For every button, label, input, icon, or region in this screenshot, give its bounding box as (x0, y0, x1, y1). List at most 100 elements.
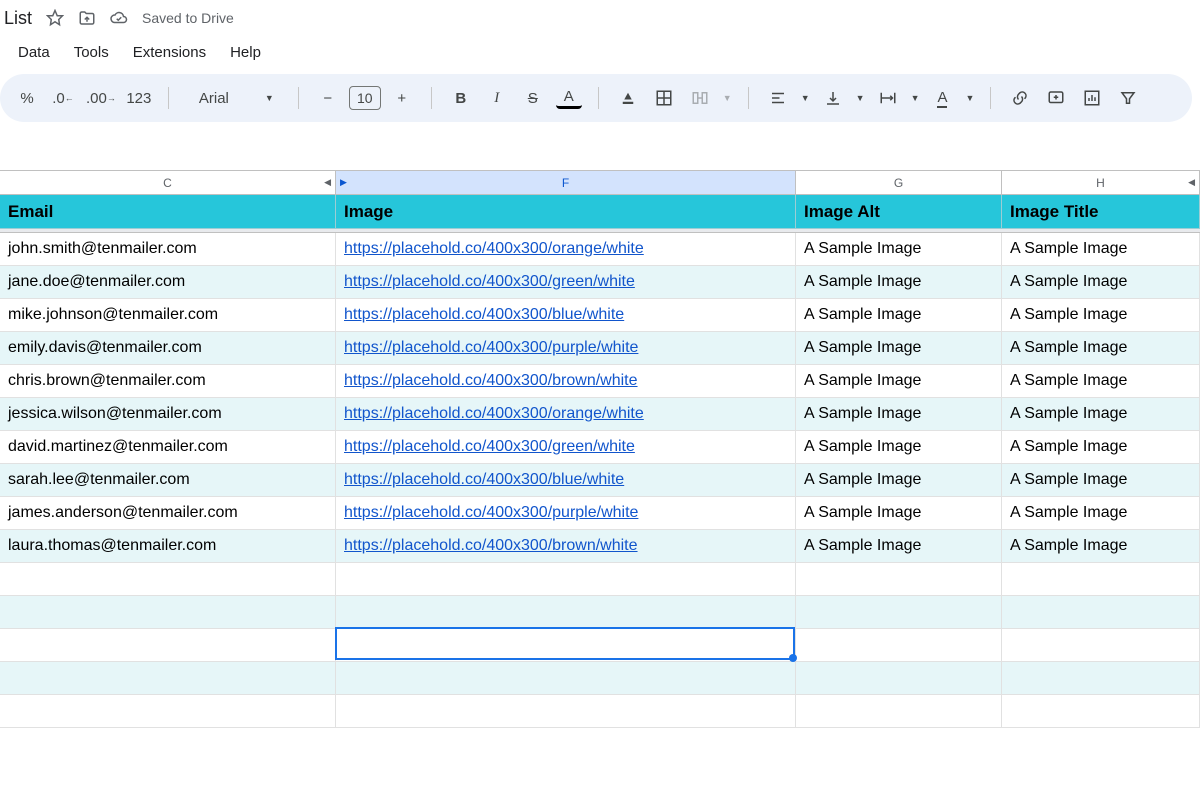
cell-email[interactable]: david.martinez@tenmailer.com (0, 431, 336, 464)
cell-email[interactable]: emily.davis@tenmailer.com (0, 332, 336, 365)
insert-comment-button[interactable] (1043, 84, 1069, 112)
cell-email[interactable]: jane.doe@tenmailer.com (0, 266, 336, 299)
italic-button[interactable]: I (484, 84, 510, 112)
font-size-input[interactable]: 10 (349, 86, 381, 110)
cell[interactable] (796, 662, 1002, 695)
cell[interactable] (1002, 563, 1200, 596)
cell-image-title[interactable]: A Sample Image (1002, 299, 1200, 332)
font-picker[interactable]: Arial ▼ (185, 84, 282, 112)
cell-image-title[interactable]: A Sample Image (1002, 233, 1200, 266)
insert-chart-button[interactable] (1079, 84, 1105, 112)
strikethrough-button[interactable]: S (520, 84, 546, 112)
cell[interactable] (0, 662, 336, 695)
more-formats-button[interactable]: 123 (126, 84, 152, 112)
cell-email[interactable]: sarah.lee@tenmailer.com (0, 464, 336, 497)
borders-button[interactable] (651, 84, 677, 112)
menu-extensions[interactable]: Extensions (133, 44, 206, 61)
vertical-align-button[interactable] (820, 84, 846, 112)
cell[interactable] (1002, 596, 1200, 629)
column-header-H[interactable]: H ◀ (1002, 171, 1200, 194)
merge-cells-button[interactable] (687, 84, 713, 112)
cell[interactable] (336, 629, 796, 662)
cell-image-link[interactable]: https://placehold.co/400x300/blue/white (336, 464, 796, 497)
text-wrap-button[interactable] (875, 84, 901, 112)
doc-title[interactable]: List (4, 8, 32, 29)
cell[interactable] (0, 695, 336, 728)
cell-image-alt[interactable]: A Sample Image (796, 332, 1002, 365)
header-title[interactable]: Image Title (1002, 195, 1200, 229)
cell[interactable] (336, 596, 796, 629)
cell-image-alt[interactable]: A Sample Image (796, 365, 1002, 398)
cell-image-title[interactable]: A Sample Image (1002, 332, 1200, 365)
collapse-left-icon[interactable]: ▶ (340, 177, 347, 188)
cell-image-alt[interactable]: A Sample Image (796, 266, 1002, 299)
cell-image-link[interactable]: https://placehold.co/400x300/green/white (336, 431, 796, 464)
cell-email[interactable]: chris.brown@tenmailer.com (0, 365, 336, 398)
insert-link-button[interactable] (1007, 84, 1033, 112)
text-rotation-button[interactable]: A (929, 84, 955, 112)
menu-tools[interactable]: Tools (74, 44, 109, 61)
cell-image-title[interactable]: A Sample Image (1002, 497, 1200, 530)
cell-image-link[interactable]: https://placehold.co/400x300/orange/whit… (336, 398, 796, 431)
header-alt[interactable]: Image Alt (796, 195, 1002, 229)
cloud-saved-icon[interactable] (110, 9, 128, 27)
cell[interactable] (0, 596, 336, 629)
create-filter-button[interactable] (1115, 84, 1141, 112)
cell-image-alt[interactable]: A Sample Image (796, 497, 1002, 530)
cell-image-alt[interactable]: A Sample Image (796, 530, 1002, 563)
cell-image-link[interactable]: https://placehold.co/400x300/blue/white (336, 299, 796, 332)
horizontal-align-button[interactable] (765, 84, 791, 112)
cell-image-title[interactable]: A Sample Image (1002, 266, 1200, 299)
cell[interactable] (796, 596, 1002, 629)
column-header-G[interactable]: G (796, 171, 1002, 194)
cell-image-title[interactable]: A Sample Image (1002, 431, 1200, 464)
cell-email[interactable]: james.anderson@tenmailer.com (0, 497, 336, 530)
spreadsheet-grid[interactable]: C ◀ ▶ F G H ◀ Email Image Image Alt Imag… (0, 170, 1200, 728)
cell-email[interactable]: john.smith@tenmailer.com (0, 233, 336, 266)
cell[interactable] (796, 629, 1002, 662)
header-email[interactable]: Email (0, 195, 336, 229)
cell[interactable] (796, 695, 1002, 728)
cell-image-link[interactable]: https://placehold.co/400x300/brown/white (336, 530, 796, 563)
cell-email[interactable]: jessica.wilson@tenmailer.com (0, 398, 336, 431)
cell-image-link[interactable]: https://placehold.co/400x300/green/white (336, 266, 796, 299)
cell-image-title[interactable]: A Sample Image (1002, 365, 1200, 398)
increase-font-size-button[interactable]: + (389, 84, 415, 112)
decrease-decimal-button[interactable]: .0← (50, 84, 76, 112)
cell-image-title[interactable]: A Sample Image (1002, 530, 1200, 563)
bold-button[interactable]: B (448, 84, 474, 112)
cell[interactable] (0, 563, 336, 596)
cell-image-alt[interactable]: A Sample Image (796, 431, 1002, 464)
column-header-C[interactable]: C ◀ (0, 171, 336, 194)
cell[interactable] (336, 662, 796, 695)
cell-image-link[interactable]: https://placehold.co/400x300/orange/whit… (336, 233, 796, 266)
cell-image-link[interactable]: https://placehold.co/400x300/brown/white (336, 365, 796, 398)
cell[interactable] (1002, 695, 1200, 728)
fill-color-button[interactable] (615, 84, 641, 112)
cell-image-link[interactable]: https://placehold.co/400x300/purple/whit… (336, 497, 796, 530)
cell-email[interactable]: laura.thomas@tenmailer.com (0, 530, 336, 563)
cell[interactable] (796, 563, 1002, 596)
header-image[interactable]: Image (336, 195, 796, 229)
cell[interactable] (336, 563, 796, 596)
cell[interactable] (0, 629, 336, 662)
text-color-button[interactable]: A (556, 87, 582, 109)
cell-image-alt[interactable]: A Sample Image (796, 398, 1002, 431)
cell-image-alt[interactable]: A Sample Image (796, 299, 1002, 332)
menu-data[interactable]: Data (18, 44, 50, 61)
cell[interactable] (336, 695, 796, 728)
collapse-right-icon[interactable]: ◀ (1188, 177, 1195, 188)
move-folder-icon[interactable] (78, 9, 96, 27)
menu-help[interactable]: Help (230, 44, 261, 61)
cell-email[interactable]: mike.johnson@tenmailer.com (0, 299, 336, 332)
cell[interactable] (1002, 629, 1200, 662)
decrease-font-size-button[interactable]: − (315, 84, 341, 112)
increase-decimal-button[interactable]: .00→ (86, 84, 116, 112)
cell-image-alt[interactable]: A Sample Image (796, 464, 1002, 497)
cell-image-title[interactable]: A Sample Image (1002, 464, 1200, 497)
collapse-right-icon[interactable]: ◀ (324, 177, 331, 188)
cell-image-title[interactable]: A Sample Image (1002, 398, 1200, 431)
column-header-F[interactable]: ▶ F (336, 171, 796, 194)
cell-image-alt[interactable]: A Sample Image (796, 233, 1002, 266)
cell-image-link[interactable]: https://placehold.co/400x300/purple/whit… (336, 332, 796, 365)
